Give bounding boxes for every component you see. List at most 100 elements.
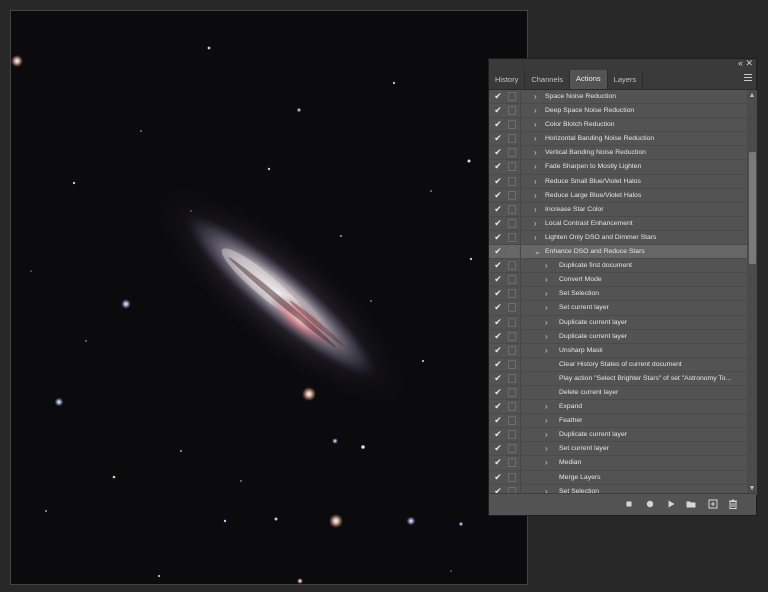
chevron-right-icon[interactable]: ›	[545, 287, 548, 300]
toggle-item-checkmark-icon[interactable]: ✔	[493, 345, 503, 356]
toggle-dialog-box[interactable]	[508, 120, 516, 130]
play-icon[interactable]	[666, 499, 676, 509]
action-row[interactable]: ✔ › Space Noise Reduction	[489, 90, 747, 105]
chevron-right-icon[interactable]: ›	[545, 414, 548, 427]
actions-scrollbar[interactable]: ▲ ▼	[747, 90, 757, 495]
action-row[interactable]: ✔ ⌄ Enhance DSO and Reduce Stars	[489, 245, 747, 260]
chevron-right-icon[interactable]: ›	[534, 231, 537, 244]
toggle-item-checkmark-icon[interactable]: ✔	[493, 147, 503, 158]
collapse-panel-icon[interactable]: «	[738, 58, 743, 69]
toggle-item-checkmark-icon[interactable]: ✔	[493, 274, 503, 285]
toggle-item-checkmark-icon[interactable]: ✔	[493, 457, 503, 468]
toggle-dialog-box[interactable]	[508, 458, 516, 468]
new-set-folder-icon[interactable]	[686, 499, 696, 509]
record-icon[interactable]	[645, 499, 655, 509]
toggle-item-checkmark-icon[interactable]: ✔	[493, 429, 503, 440]
scrollbar-thumb[interactable]	[749, 152, 756, 264]
toggle-dialog-box[interactable]	[508, 261, 516, 271]
toggle-dialog-box[interactable]	[508, 416, 516, 426]
toggle-dialog-box[interactable]	[508, 402, 516, 412]
toggle-dialog-box[interactable]	[508, 472, 516, 482]
toggle-dialog-box[interactable]	[508, 331, 516, 341]
toggle-item-checkmark-icon[interactable]: ✔	[493, 331, 503, 342]
toggle-item-checkmark-icon[interactable]: ✔	[493, 387, 503, 398]
toggle-dialog-box[interactable]	[508, 232, 516, 242]
toggle-item-checkmark-icon[interactable]: ✔	[493, 401, 503, 412]
action-step-row[interactable]: ✔ Clear History States of current documen…	[489, 357, 747, 372]
toggle-item-checkmark-icon[interactable]: ✔	[493, 246, 503, 257]
action-step-row[interactable]: ✔ › Set current layer	[489, 301, 747, 316]
action-step-row[interactable]: ✔ Delete current layer	[489, 385, 747, 401]
chevron-right-icon[interactable]: ›	[534, 90, 537, 103]
toggle-dialog-box[interactable]	[508, 247, 516, 257]
chevron-right-icon[interactable]: ›	[534, 217, 537, 230]
toggle-item-checkmark-icon[interactable]: ✔	[493, 204, 503, 215]
toggle-item-checkmark-icon[interactable]: ✔	[493, 91, 503, 102]
toggle-dialog-box[interactable]	[508, 303, 516, 313]
toggle-dialog-box[interactable]	[508, 176, 516, 186]
action-step-row[interactable]: ✔ › Duplicate first document	[489, 259, 747, 274]
toggle-dialog-box[interactable]	[508, 317, 516, 327]
toggle-dialog-box[interactable]	[508, 345, 516, 355]
toggle-dialog-box[interactable]	[508, 218, 516, 228]
action-row[interactable]: ✔ › Reduce Small Blue/Violet Halos	[489, 174, 747, 189]
action-row[interactable]: ✔ › Local Contrast Enhancement	[489, 216, 747, 231]
action-step-row[interactable]: ✔ › Median	[489, 456, 747, 471]
action-row[interactable]: ✔ › Horizontal Banding Noise Reduction	[489, 132, 747, 147]
chevron-down-icon[interactable]: ⌄	[534, 245, 541, 258]
toggle-dialog-box[interactable]	[508, 204, 516, 214]
action-step-row[interactable]: ✔ › Set Selection	[489, 287, 747, 302]
toggle-dialog-box[interactable]	[508, 359, 516, 369]
chevron-right-icon[interactable]: ›	[545, 428, 548, 441]
trash-icon[interactable]	[728, 499, 738, 509]
toggle-item-checkmark-icon[interactable]: ✔	[493, 190, 503, 201]
action-row[interactable]: ✔ › Deep Space Noise Reduction	[489, 104, 747, 119]
toggle-item-checkmark-icon[interactable]: ✔	[493, 443, 503, 454]
tab-layers[interactable]: Layers	[608, 71, 644, 89]
toggle-item-checkmark-icon[interactable]: ✔	[493, 302, 503, 313]
tab-history[interactable]: History	[489, 71, 526, 89]
document-canvas[interactable]	[10, 10, 528, 585]
actions-list[interactable]: ✔ › Space Noise Reduction ✔ › Deep Space Nois…	[489, 90, 747, 495]
action-step-row[interactable]: ✔ › Feather	[489, 414, 747, 429]
chevron-right-icon[interactable]: ›	[545, 330, 548, 343]
toggle-dialog-box[interactable]	[508, 92, 516, 101]
action-step-row[interactable]: ✔ › Duplicate current layer	[489, 315, 747, 330]
action-step-row[interactable]: ✔ Merge Layers	[489, 470, 747, 485]
toggle-dialog-box[interactable]	[508, 373, 516, 383]
chevron-right-icon[interactable]: ›	[545, 400, 548, 413]
action-step-row[interactable]: ✔ › Convert Mode	[489, 273, 747, 288]
scroll-up-icon[interactable]: ▲	[748, 92, 756, 100]
chevron-right-icon[interactable]: ›	[545, 273, 548, 286]
stop-icon[interactable]	[624, 499, 634, 509]
toggle-dialog-box[interactable]	[508, 430, 516, 440]
close-panel-icon[interactable]: ✕	[745, 58, 753, 69]
toggle-item-checkmark-icon[interactable]: ✔	[493, 472, 503, 483]
toggle-dialog-box[interactable]	[508, 190, 516, 200]
action-row[interactable]: ✔ › Fade Sharpen to Mostly Lighten	[489, 160, 747, 175]
action-row[interactable]: ✔ › Reduce Large Blue/Violet Halos	[489, 188, 747, 203]
toggle-dialog-box[interactable]	[508, 275, 516, 285]
chevron-right-icon[interactable]: ›	[545, 316, 548, 329]
chevron-right-icon[interactable]: ›	[534, 175, 537, 188]
toggle-item-checkmark-icon[interactable]: ✔	[493, 105, 503, 116]
chevron-right-icon[interactable]: ›	[534, 160, 537, 173]
toggle-item-checkmark-icon[interactable]: ✔	[493, 373, 503, 384]
chevron-right-icon[interactable]: ›	[534, 203, 537, 216]
toggle-item-checkmark-icon[interactable]: ✔	[493, 133, 503, 144]
chevron-right-icon[interactable]: ›	[534, 104, 537, 117]
action-step-row[interactable]: ✔ › Expand	[489, 400, 747, 415]
toggle-dialog-box[interactable]	[508, 148, 516, 158]
toggle-item-checkmark-icon[interactable]: ✔	[493, 317, 503, 328]
chevron-right-icon[interactable]: ›	[545, 259, 548, 272]
chevron-right-icon[interactable]: ›	[534, 189, 537, 202]
chevron-right-icon[interactable]: ›	[545, 442, 548, 455]
toggle-item-checkmark-icon[interactable]: ✔	[493, 260, 503, 271]
toggle-dialog-box[interactable]	[508, 162, 516, 172]
tab-channels[interactable]: Channels	[525, 71, 571, 89]
toggle-item-checkmark-icon[interactable]: ✔	[493, 359, 503, 370]
action-step-row[interactable]: ✔ › Unsharp Mask	[489, 343, 747, 358]
chevron-right-icon[interactable]: ›	[545, 456, 548, 469]
chevron-right-icon[interactable]: ›	[545, 301, 548, 314]
tab-actions[interactable]: Actions	[570, 70, 608, 89]
